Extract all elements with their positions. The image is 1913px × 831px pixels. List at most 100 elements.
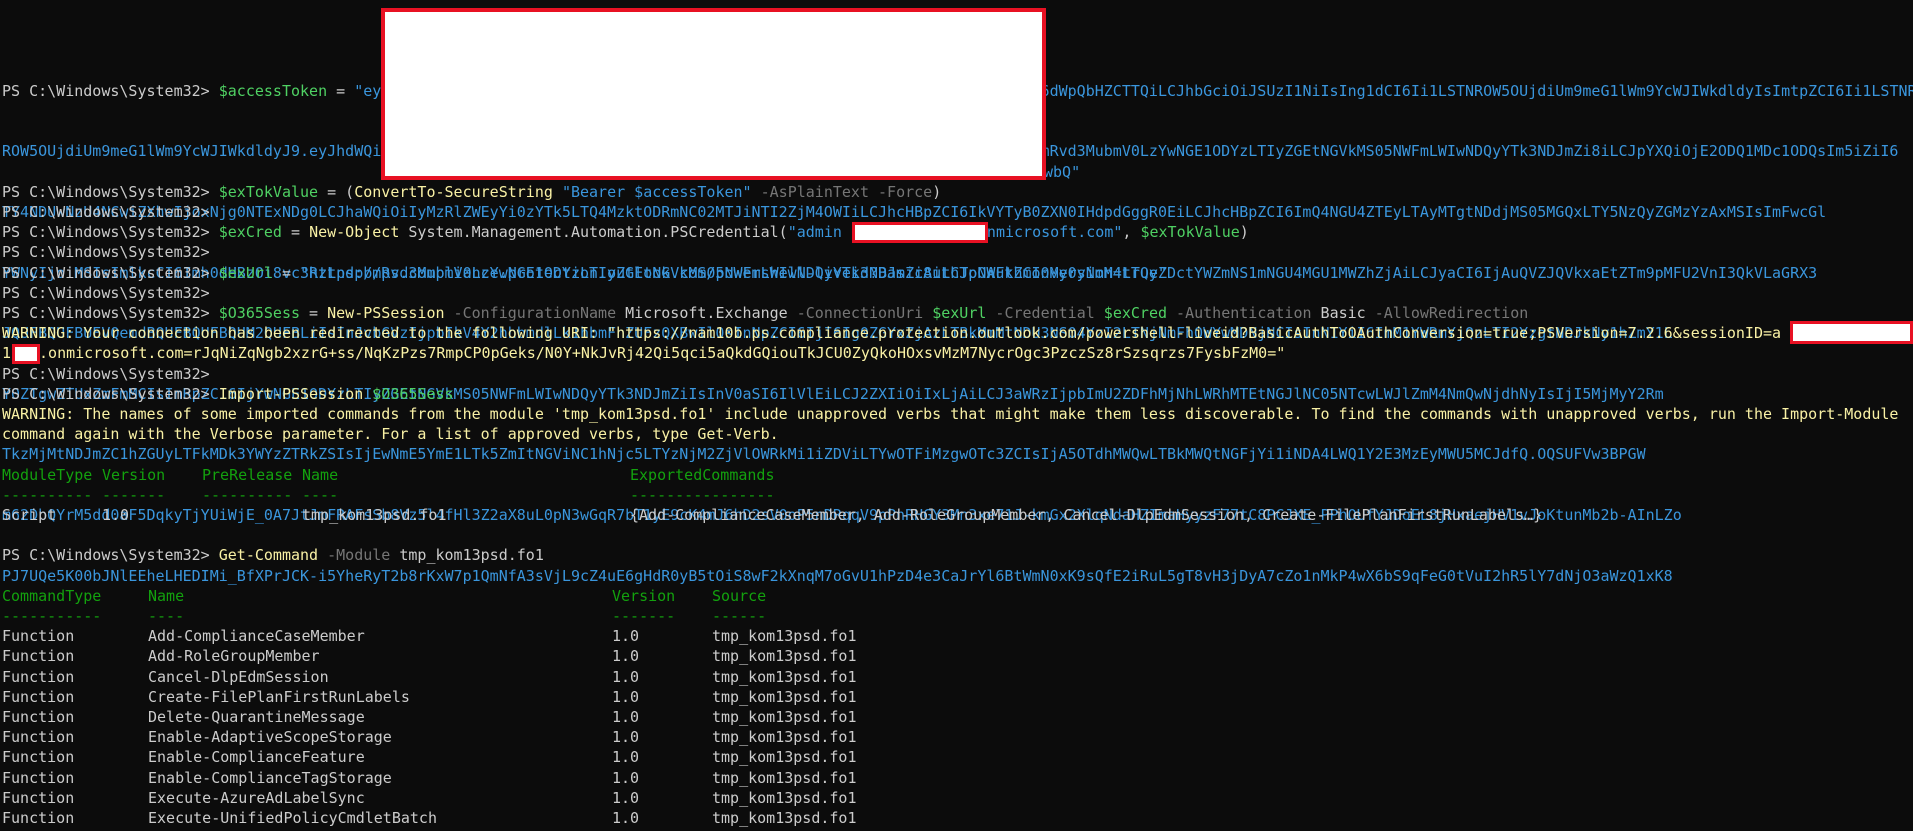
argument: tmp_kom13psd.fo1 <box>390 546 544 565</box>
operator: = <box>300 304 328 322</box>
cell-version: 1.0 <box>612 647 640 666</box>
column-underline: ---------- <box>2 485 93 504</box>
column-underline: ---- <box>148 607 185 625</box>
cmdlet: New-PSSession <box>327 304 445 322</box>
cell-version: 1.0 <box>612 748 640 767</box>
parameter: -ConnectionUri <box>787 304 924 322</box>
cell-version: 1.0 <box>612 687 640 706</box>
operator: = <box>272 263 301 282</box>
table-row: Function Create-FilePlanFirstRunLabels 1.0… <box>2 687 857 707</box>
cell-commandtype: Function <box>2 687 75 706</box>
cell-version: 1.0 <box>612 768 640 787</box>
operator: ) <box>932 182 942 201</box>
cell-source: tmp_kom13psd.fo1 <box>712 707 857 726</box>
column-header: CommandType <box>2 586 102 605</box>
column-header: PreRelease <box>202 465 293 484</box>
table-row: Function Cancel-DlpEdmSession 1.0 tmp_kom13… <box>2 667 857 687</box>
cell-source: tmp_kom13psd.fo1 <box>712 768 857 787</box>
cell-name: Execute-UnifiedPolicyCmdletBatch <box>148 808 437 827</box>
column-header: ExportedCommands <box>630 465 775 484</box>
cell-commandtype: Function <box>2 748 75 767</box>
unapproved-verbs-warning: WARNING: The names of some imported comm… <box>2 405 1899 423</box>
cell-version: 1.0 <box>612 728 640 747</box>
module-table-header: ModuleType Version PreRelease Name ExportedC… <box>2 465 775 485</box>
cell-name: Create-FilePlanFirstRunLabels <box>148 687 410 706</box>
cell-version: 1.0 <box>612 667 640 686</box>
variable: $O365Sess <box>363 384 454 403</box>
cell-name: Add-RoleGroupMember <box>148 647 320 666</box>
string: "https://ps.compliance.protection.outloo… <box>300 263 1167 282</box>
column-underline: ------- <box>612 607 676 625</box>
parameter: -Module <box>318 546 391 565</box>
table-row: Function Enable-ComplianceTagStorage 1.0 tm… <box>2 768 857 788</box>
cmd-line-extokvalue: PS C:\Windows\System32> $exTokValue = (C… <box>2 182 941 202</box>
cmd-line-new-pssession: PS C:\Windows\System32> $O365Sess = New-… <box>2 303 1528 323</box>
table-row: Function Execute-AzureAdLabelSync 1.0 tmp_k… <box>2 788 857 808</box>
table-row: Function Enable-ComplianceFeature 1.0 tmp_k… <box>2 747 857 767</box>
cell-source: tmp_kom13psd.fo1 <box>712 748 857 767</box>
parameter: -AsPlainText <box>751 182 869 201</box>
cell-source: tmp_kom13psd.fo1 <box>712 687 857 706</box>
prompt: PS C:\Windows\System32> <box>2 182 219 201</box>
cell-source: tmp_kom13psd.fo1 <box>712 627 857 646</box>
prompt: PS C:\Windows\System32> <box>2 223 219 242</box>
argument: Basic <box>1311 304 1366 322</box>
operator: = <box>327 81 355 100</box>
string: "admin <box>787 223 842 242</box>
cell-exportedcommands: {Add-ComplianceCaseMember, Add-RoleGroup… <box>630 506 1543 524</box>
cell-version: 1.0 <box>612 808 640 827</box>
token-line-3: TY4NDUwNzU4NCwiZXhwIjoxNjg0NTExNDg0LCJha… <box>2 203 1827 221</box>
cmd-line-import-pssession: PS C:\Windows\System32> Import-PSSession… <box>2 384 454 404</box>
powershell-terminal[interactable]: PS C:\Windows\System32> $accessToken = "… <box>0 0 1913 831</box>
cell-name: Enable-AdaptiveScopeStorage <box>148 728 392 747</box>
cell-version: 1.0 <box>612 788 640 807</box>
redaction-box <box>852 222 988 243</box>
redirect-warning: WARNING: Your connection has been redire… <box>2 324 1782 343</box>
operator: = <box>281 223 310 242</box>
cell-commandtype: Function <box>2 728 75 747</box>
redaction-box <box>12 344 40 364</box>
prompt: PS C:\Windows\System32> <box>2 304 219 322</box>
cell-commandtype: Function <box>2 808 75 827</box>
column-header: Name <box>302 465 339 484</box>
cmd-line-get-command: PS C:\Windows\System32> Get-Command -Mod… <box>2 545 544 565</box>
prompt: PS C:\Windows\System32> <box>2 384 219 403</box>
variable: $exTokValue <box>218 182 319 201</box>
argument: $exCred <box>1094 304 1168 322</box>
cmdlet: ConvertTo-SecureString <box>354 182 553 201</box>
cell-name: Execute-AzureAdLabelSync <box>148 788 365 807</box>
redirect-warning-cont: 1 .onmicrosoft.com=rJqNiZqNgb2xzrG+ss/NqK… <box>2 343 1285 363</box>
variable: $exTokValue <box>1140 223 1240 242</box>
cell-name: Cancel-DlpEdmSession <box>148 667 329 686</box>
prompt: PS C:\Windows\System32> <box>2 81 219 100</box>
table-row: Function Add-RoleGroupMember 1.0 tmp_kom13p… <box>2 646 857 666</box>
string: onmicrosoft.com" <box>977 223 1123 242</box>
column-underline: ------ <box>712 607 767 625</box>
parameter: -Authentication <box>1167 304 1312 322</box>
prompt: PS C:\Windows\System32> <box>2 263 219 282</box>
warning-fragment: 1 <box>2 344 12 363</box>
prompt: PS C:\Windows\System32> <box>2 546 219 565</box>
token-line-7: TkzMjMtNDJmZC1hZGUyLTFkMDk3YWYzZTRkZSIsI… <box>2 445 1646 464</box>
table-row: Function Execute-UnifiedPolicyCmdletBatch… <box>2 808 857 828</box>
redaction-box <box>381 8 1046 180</box>
cmd-line-excred: PS C:\Windows\System32> $exCred = New-Ob… <box>2 222 1249 242</box>
warning-text: .onmicrosoft.com=rJqNiZqNgb2xzrG+ss/NqKz… <box>39 344 1286 363</box>
cell-source: tmp_kom13psd.fo1 <box>712 667 857 686</box>
module-table-dashes: ---------- ------- ---------- ---- ---------… <box>2 485 775 505</box>
variable: $exUrl <box>218 263 273 282</box>
column-underline: ----------- <box>2 607 102 625</box>
cell-commandtype: Function <box>2 788 75 807</box>
command-table-dashes: ----------- ---- ------- ------ <box>2 606 766 626</box>
parameter: -ConfigurationName <box>444 304 617 322</box>
cmdlet: Import-PSSession <box>218 384 364 403</box>
cell-name: tmp_kom13psd.fo1 <box>302 506 447 524</box>
string: "Bearer $accessToken" <box>561 182 752 201</box>
cell-name: Add-ComplianceCaseMember <box>148 627 365 646</box>
cell-commandtype: Function <box>2 667 75 686</box>
token-tail: wbQ" <box>1044 162 1081 181</box>
unapproved-verbs-warning-cont: command again with the Verbose parameter… <box>2 425 779 444</box>
column-header: Version <box>102 465 166 484</box>
redaction-box <box>1790 321 1913 344</box>
